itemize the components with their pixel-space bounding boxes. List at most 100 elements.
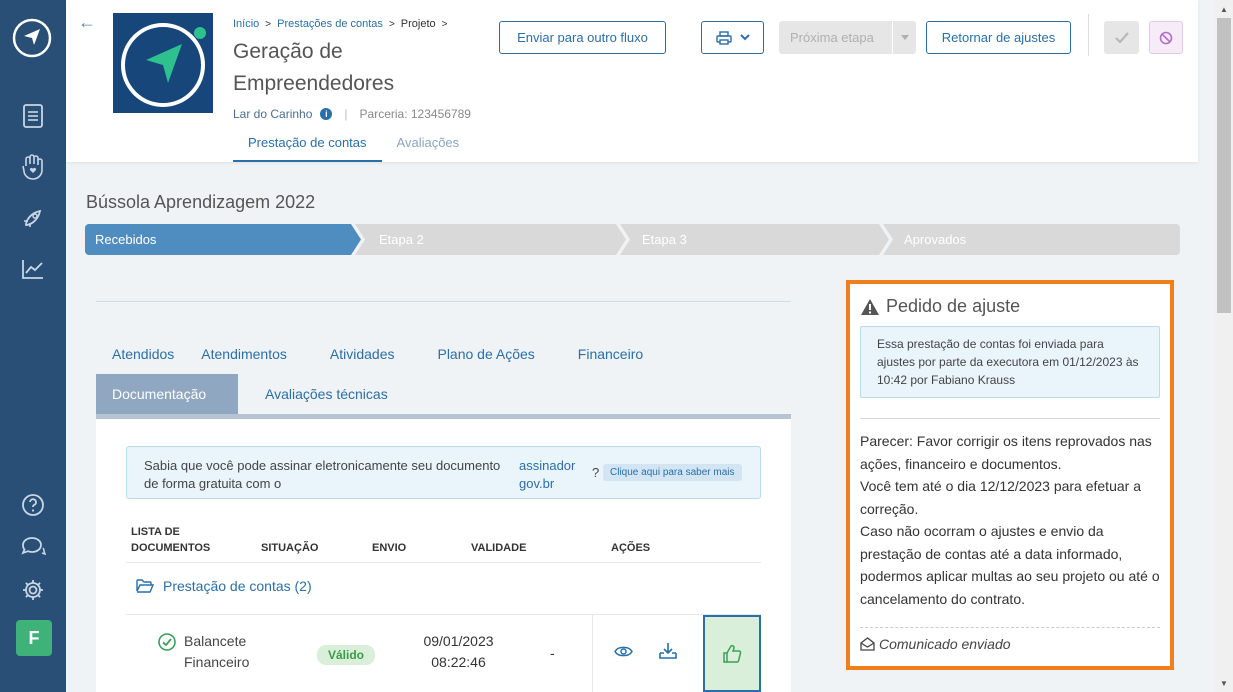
approve-check-button[interactable] [1104,21,1139,54]
col-acoes: AÇÕES [611,542,651,554]
org-name[interactable]: Lar do Carinho [233,107,312,121]
thumbs-up-icon [722,644,742,664]
back-arrow-icon[interactable]: ← [78,12,96,33]
notice-question: ? [592,465,600,480]
validade-cell: - [550,645,555,661]
step-etapa-2[interactable]: Etapa 2 [369,224,424,255]
chevron-down-icon [739,34,750,41]
notice-text: Sabia que você pode assinar eletronicame… [144,458,501,491]
help-icon[interactable] [19,491,47,519]
download-icon[interactable] [659,642,677,665]
chat-icon[interactable] [19,533,47,561]
check-circle-icon [158,633,176,656]
header-tabs: Prestação de contas Avaliações [233,130,474,162]
proxima-etapa-button[interactable]: Próxima etapa [779,21,916,54]
status-badge: Válido [317,645,376,665]
breadcrumb: Início > Prestações de contas > Projeto … [233,18,447,30]
project-logo [113,13,213,113]
check-icon [1114,32,1129,43]
envio-cell: 09/01/2023 08:22:46 [406,631,511,673]
col-lista-documentos: LISTA DE DOCUMENTOS [131,526,211,554]
signature-notice: Sabia que você pode assinar eletronicame… [126,446,761,499]
envelope-open-icon [860,637,875,651]
breadcrumb-prestacoes[interactable]: Prestações de contas [277,18,383,30]
tab-atividades[interactable]: Atividades [314,334,422,374]
chevron-right-icon: > [265,18,272,30]
block-icon [1159,31,1173,45]
divider [592,615,593,692]
tab-avaliacoes[interactable]: Avaliações [382,130,475,162]
document-name: Balancete Financeiro [184,633,250,670]
tab-avaliacoes-tecnicas[interactable]: Avaliações técnicas [249,374,404,414]
parecer-text: Parecer: Favor corrigir os itens reprova… [860,430,1160,610]
deadline: Você tem até o dia 12/12/2023 para efetu… [860,478,1141,517]
scroll-down-icon[interactable]: ▼ [1215,674,1233,692]
envio-time: 08:22:46 [431,654,486,670]
section-tabs-row-2: Documentação Avaliações técnicas [96,374,404,414]
tab-prestacao-de-contas[interactable]: Prestação de contas [233,130,382,162]
cancel-button[interactable] [1149,21,1183,54]
col-envio: ENVIO [372,542,407,554]
pedido-ajuste-card: Pedido de ajuste Essa prestação de conta… [846,280,1174,670]
folder-prestacao-de-contas[interactable]: Prestação de contas (2) [136,578,312,594]
warning-text: Caso não ocorram o ajustes e envio da pr… [860,523,1160,607]
rocket-icon[interactable] [19,204,47,232]
stepper: Recebidos Etapa 2 Etapa 3 Aprovados [85,224,1180,255]
hand-heart-icon[interactable] [19,153,47,181]
divider [860,627,1160,628]
folder-label: Prestação de contas (2) [163,578,312,594]
compass-arrow-logo[interactable] [12,18,52,58]
step-etapa-3[interactable]: Etapa 3 [632,224,687,255]
assinador-link[interactable]: assinador gov.br [519,457,589,493]
chevron-down-icon[interactable] [893,35,916,40]
avatar[interactable]: F [16,620,52,656]
page-title: Geração de Empreendedores [233,40,395,95]
info-icon[interactable]: i [320,108,333,120]
divider [126,562,761,563]
tab-financeiro[interactable]: Financeiro [562,334,659,374]
step-aprovados[interactable]: Aprovados [894,224,966,255]
tab-plano-de-acoes[interactable]: Plano de Ações [421,334,561,374]
envio-date: 09/01/2023 [423,633,494,649]
saiba-mais-button[interactable]: Clique aqui para saber mais [603,464,742,481]
scrollbar-thumb[interactable] [1217,18,1231,313]
proxima-etapa-label: Próxima etapa [790,30,874,45]
scroll-up-icon[interactable]: ▲ [1215,0,1233,18]
printer-icon [715,30,732,45]
comunicado-label: Comunicado enviado [879,636,1011,652]
main-panel: Atendidos Atendimentos Atividades Plano … [96,270,791,692]
table-row: Balancete Financeiro Válido 09/01/2023 0… [96,615,791,692]
divider [96,301,791,302]
chevron-right-icon: > [441,18,448,30]
enviar-outro-fluxo-button[interactable]: Enviar para outro fluxo [499,21,666,54]
chart-line-icon[interactable] [19,255,47,283]
document-list-icon[interactable] [19,102,47,130]
folder-open-icon [136,579,154,593]
divider [860,418,1160,419]
section-tabs-row-1: Atendidos Atendimentos Atividades Plano … [96,334,659,374]
chevron-right-icon: > [388,18,395,30]
divider [1088,14,1089,56]
col-validade: VALIDADE [471,542,527,554]
parceria-label: Parceria: 123456789 [359,107,471,121]
parecer: Parecer: Favor corrigir os itens reprova… [860,433,1152,472]
print-dropdown-button[interactable] [701,21,764,54]
project-meta: Lar do Carinho i | Parceria: 123456789 [233,107,471,121]
warning-icon [860,298,880,316]
tab-atendidos[interactable]: Atendidos [96,334,201,374]
card-title-text: Pedido de ajuste [886,296,1021,316]
eye-icon[interactable] [614,645,633,663]
col-situacao: SITUAÇÃO [261,542,319,554]
gear-icon[interactable] [19,576,47,604]
breadcrumb-projeto: Projeto [400,18,436,30]
tab-atendimentos[interactable]: Atendimentos [201,334,314,374]
retornar-ajustes-button[interactable]: Retornar de ajustes [926,21,1071,54]
project-header: ← Início > Prestações de contas > Projet… [66,0,1198,162]
breadcrumb-inicio[interactable]: Início [233,18,259,30]
scrollbar[interactable]: ▲ ▼ [1215,0,1233,692]
documents-content: Sabia que você pode assinar eletronicame… [96,419,791,692]
approve-document-button[interactable] [703,615,761,692]
step-recebidos[interactable]: Recebidos [85,224,156,255]
tab-documentacao[interactable]: Documentação [96,374,238,414]
sidebar: F [0,0,66,692]
